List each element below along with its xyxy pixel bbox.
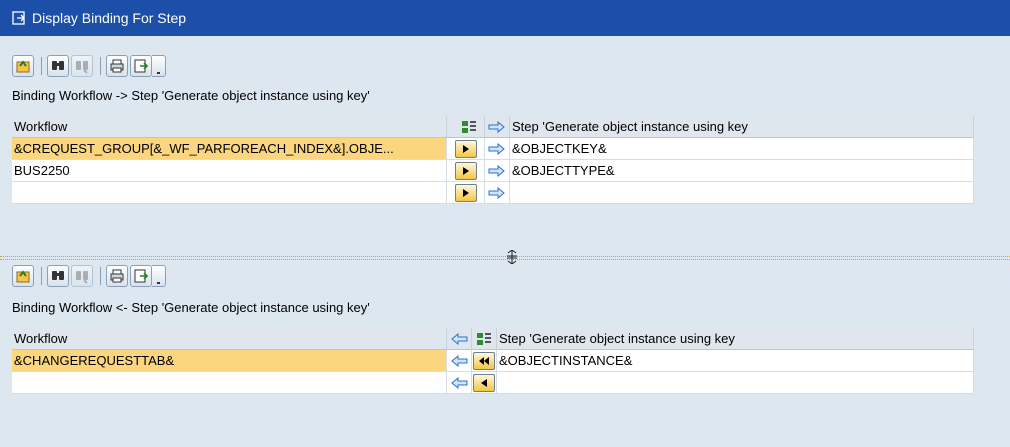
exec-cell: [447, 138, 485, 160]
exec-cell: [472, 372, 497, 394]
arrow-left-icon: [447, 350, 472, 372]
top-toolbar: [12, 54, 166, 78]
table-row[interactable]: [12, 182, 974, 204]
workflow-cell[interactable]: [12, 182, 447, 204]
grid-config-icon[interactable]: [472, 328, 497, 350]
step-cell[interactable]: &OBJECTINSTANCE&: [497, 350, 974, 372]
arrow-right-icon: [485, 138, 510, 160]
find-next-icon[interactable]: [71, 55, 93, 77]
bottom-col-step[interactable]: Step 'Generate object instance using key: [497, 328, 974, 350]
find-icon[interactable]: [47, 55, 69, 77]
splitter-grip-icon[interactable]: [505, 249, 519, 265]
workflow-cell[interactable]: &CREQUEST_GROUP[&_WF_PARFOREACH_INDEX&].…: [12, 138, 447, 160]
print-icon[interactable]: [106, 55, 128, 77]
bottom-grid-header: Workflow Step 'Generate object instance …: [12, 328, 974, 350]
top-col-workflow[interactable]: Workflow: [12, 116, 447, 138]
step-cell[interactable]: &OBJECTTYPE&: [510, 160, 974, 182]
exec-cell: [472, 350, 497, 372]
bottom-col-workflow[interactable]: Workflow: [12, 328, 447, 350]
window-title: Display Binding For Step: [32, 10, 187, 26]
rewind-icon[interactable]: [473, 351, 495, 370]
table-row[interactable]: &CHANGEREQUESTTAB& &OBJECTINSTANCE&: [12, 350, 974, 372]
bottom-binding-heading: Binding Workflow <- Step 'Generate objec…: [12, 300, 370, 315]
toolbar-separator: [100, 57, 101, 75]
table-row[interactable]: BUS2250 &OBJECTTYPE&: [12, 160, 974, 182]
exec-cell: [447, 160, 485, 182]
workflow-cell[interactable]: [12, 372, 447, 394]
top-binding-heading: Binding Workflow -> Step 'Generate objec…: [12, 88, 370, 103]
title-bar: Display Binding For Step: [0, 0, 1010, 36]
play-icon[interactable]: [454, 183, 477, 202]
step-cell[interactable]: [497, 372, 974, 394]
find-icon[interactable]: [47, 265, 69, 287]
print-icon[interactable]: [106, 265, 128, 287]
toolbar-separator: [41, 267, 42, 285]
toolbar-separator: [41, 57, 42, 75]
play-icon[interactable]: [454, 139, 477, 158]
arrow-left-icon: [447, 328, 472, 350]
export-icon[interactable]: [130, 265, 152, 287]
grid-config-icon[interactable]: [461, 120, 477, 134]
pick-icon[interactable]: [12, 55, 34, 77]
table-row[interactable]: [12, 372, 974, 394]
display-icon: [12, 11, 26, 25]
find-next-icon[interactable]: [71, 265, 93, 287]
top-hdr-spacer: [447, 116, 485, 138]
arrow-right-icon: [485, 116, 510, 138]
play-icon[interactable]: [454, 161, 477, 180]
dropdown-icon[interactable]: [152, 55, 166, 77]
exec-cell: [447, 182, 485, 204]
workflow-cell[interactable]: &CHANGEREQUESTTAB&: [12, 350, 447, 372]
dropdown-icon[interactable]: [152, 265, 166, 287]
back-icon[interactable]: [473, 373, 495, 392]
top-col-step[interactable]: Step 'Generate object instance using key: [510, 116, 974, 138]
pick-icon[interactable]: [12, 265, 34, 287]
top-grid-header: Workflow Step 'Generate object instance …: [12, 116, 974, 138]
table-row[interactable]: &CREQUEST_GROUP[&_WF_PARFOREACH_INDEX&].…: [12, 138, 974, 160]
arrow-right-icon: [485, 160, 510, 182]
step-cell[interactable]: &OBJECTKEY&: [510, 138, 974, 160]
toolbar-separator: [100, 267, 101, 285]
step-cell[interactable]: [510, 182, 974, 204]
arrow-left-icon: [447, 372, 472, 394]
arrow-right-icon: [485, 182, 510, 204]
bottom-toolbar: [12, 264, 166, 288]
workflow-cell[interactable]: BUS2250: [12, 160, 447, 182]
export-icon[interactable]: [130, 55, 152, 77]
